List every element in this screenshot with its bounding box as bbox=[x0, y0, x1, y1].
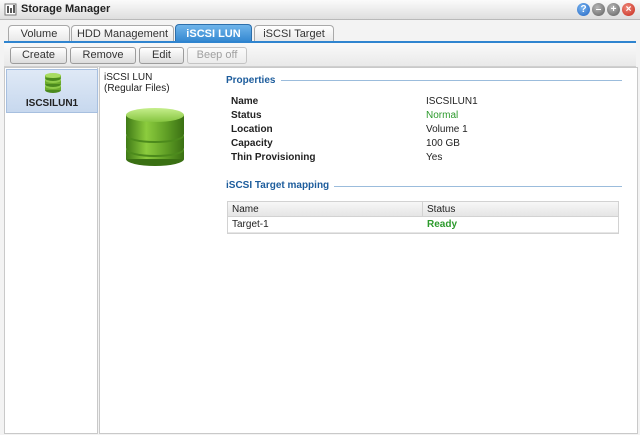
create-button[interactable]: Create bbox=[10, 47, 67, 64]
prop-thin-provisioning-label: Thin Provisioning bbox=[231, 152, 316, 163]
mapping-target-name: Target-1 bbox=[232, 219, 269, 230]
tab-strip: Volume HDD Management iSCSI LUN iSCSI Ta… bbox=[0, 20, 640, 43]
storage-manager-icon bbox=[4, 3, 17, 16]
properties-title: Properties bbox=[226, 75, 276, 86]
prop-status-value: Normal bbox=[426, 110, 459, 121]
table-row[interactable]: Target-1 Ready bbox=[228, 217, 618, 233]
tab-hdd-management[interactable]: HDD Management bbox=[71, 25, 174, 42]
disk-stack-icon bbox=[45, 73, 61, 93]
tab-iscsi-target[interactable]: iSCSI Target bbox=[254, 25, 334, 42]
window-title: Storage Manager bbox=[21, 3, 111, 15]
title-bar[interactable]: Storage Manager ? – + × bbox=[0, 0, 640, 20]
close-icon[interactable]: × bbox=[622, 3, 635, 16]
column-header-status[interactable]: Status bbox=[427, 204, 455, 215]
window-controls: ? – + × bbox=[577, 3, 635, 16]
mapping-target-status: Ready bbox=[427, 219, 458, 230]
lun-item-label: ISCSILUN1 bbox=[25, 98, 79, 109]
prop-thin-provisioning-value: Yes bbox=[426, 152, 443, 163]
column-divider bbox=[422, 202, 423, 216]
edit-button[interactable]: Edit bbox=[139, 47, 184, 64]
prop-name-label: Name bbox=[231, 96, 259, 107]
beep-off-button[interactable]: Beep off bbox=[187, 47, 247, 64]
mapping-divider bbox=[334, 186, 622, 187]
list-item[interactable]: ISCSILUN1 bbox=[6, 69, 98, 113]
prop-capacity-label: Capacity bbox=[231, 138, 273, 149]
column-header-name[interactable]: Name bbox=[232, 204, 259, 215]
tab-volume[interactable]: Volume bbox=[8, 25, 70, 42]
help-icon[interactable]: ? bbox=[577, 3, 590, 16]
minimize-icon[interactable]: – bbox=[592, 3, 605, 16]
table-header: Name Status bbox=[228, 202, 618, 217]
lun-detail-panel: iSCSI LUN (Regular Files) Properties Nam… bbox=[99, 67, 638, 434]
lun-type-subline: (Regular Files) bbox=[104, 83, 170, 94]
remove-button[interactable]: Remove bbox=[70, 47, 136, 64]
properties-divider bbox=[281, 80, 622, 81]
toolbar: Create Remove Edit Beep off bbox=[4, 43, 636, 67]
lun-list: ISCSILUN1 bbox=[4, 67, 98, 434]
storage-manager-window: Storage Manager ? – + × Volume HDD Manag… bbox=[0, 0, 640, 435]
mapping-table: Name Status Target-1 Ready bbox=[227, 201, 619, 234]
maximize-icon[interactable]: + bbox=[607, 3, 620, 16]
lun-type: iSCSI LUN (Regular Files) bbox=[104, 72, 170, 94]
mapping-title: iSCSI Target mapping bbox=[226, 180, 330, 191]
disk-stack-icon bbox=[126, 108, 184, 166]
prop-name-value: ISCSILUN1 bbox=[426, 96, 478, 107]
prop-location-value: Volume 1 bbox=[426, 124, 468, 135]
prop-location-label: Location bbox=[231, 124, 273, 135]
prop-capacity-value: 100 GB bbox=[426, 138, 460, 149]
prop-status-label: Status bbox=[231, 110, 262, 121]
lun-type-line: iSCSI LUN bbox=[104, 72, 153, 83]
